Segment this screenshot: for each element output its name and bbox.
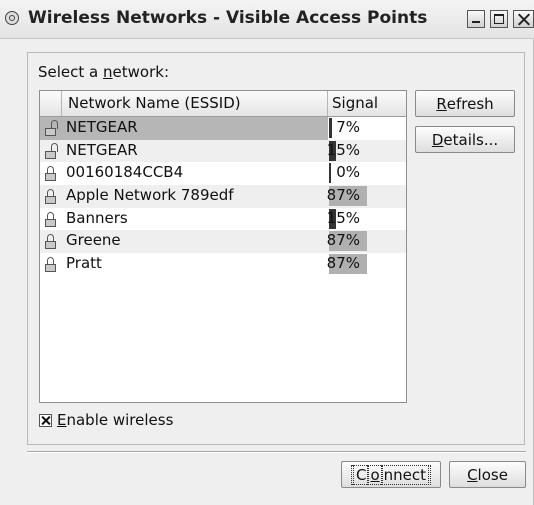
network-name-cell[interactable]: Pratt bbox=[40, 253, 328, 276]
table-row[interactable]: Banners 15% bbox=[40, 208, 406, 231]
network-name-cell[interactable]: Greene bbox=[40, 230, 328, 253]
list-header: Network Name (ESSID) Signal bbox=[40, 91, 406, 117]
header-network-name[interactable]: Network Name (ESSID) bbox=[62, 91, 328, 116]
signal-cell: 7% bbox=[328, 117, 406, 140]
network-list[interactable]: Network Name (ESSID) Signal NETGEAR 7% NET… bbox=[39, 90, 407, 403]
details-button[interactable]: Details... bbox=[415, 126, 515, 153]
signal-percent: 87% bbox=[326, 186, 360, 205]
network-rows: NETGEAR 7% NETGEAR 15% 00160184CCB4 0% Apple N… bbox=[40, 117, 406, 276]
network-name-cell[interactable]: 00160184CCB4 bbox=[40, 162, 328, 185]
network-name: 00160184CCB4 bbox=[66, 163, 184, 182]
header-signal[interactable]: Signal bbox=[328, 91, 406, 116]
table-row[interactable]: Greene 87% bbox=[40, 230, 406, 254]
signal-percent: 15% bbox=[326, 140, 360, 159]
lock-icon bbox=[44, 189, 57, 205]
close-window-icon[interactable] bbox=[513, 10, 534, 28]
select-network-label: Select a network: bbox=[38, 63, 169, 81]
signal-cell: 0% bbox=[328, 162, 406, 185]
table-row[interactable]: NETGEAR 7% bbox=[40, 117, 406, 140]
button-separator bbox=[27, 451, 526, 453]
network-name-cell[interactable]: NETGEAR bbox=[40, 117, 328, 140]
table-row[interactable]: NETGEAR 15% bbox=[40, 139, 406, 163]
lock-icon bbox=[44, 234, 57, 250]
signal-cell: 15% bbox=[326, 140, 406, 163]
signal-bar bbox=[329, 118, 332, 138]
network-name: NETGEAR bbox=[66, 140, 138, 159]
close-button[interactable]: Close bbox=[449, 461, 526, 488]
unlocked-icon bbox=[44, 120, 58, 136]
network-name: Banners bbox=[66, 208, 128, 227]
signal-percent: 87% bbox=[326, 254, 360, 273]
unlocked-icon bbox=[44, 142, 58, 159]
connect-button[interactable]: Co nnect bbox=[341, 461, 441, 488]
lock-icon bbox=[44, 257, 57, 273]
signal-percent: 87% bbox=[326, 231, 360, 250]
table-row[interactable]: Pratt 87% bbox=[40, 253, 406, 276]
lock-icon bbox=[44, 166, 57, 182]
signal-percent: 15% bbox=[326, 208, 360, 227]
network-name-cell[interactable]: NETGEAR bbox=[40, 140, 328, 163]
network-name: NETGEAR bbox=[66, 118, 138, 136]
signal-percent: 0% bbox=[336, 163, 360, 182]
title-bar[interactable]: Wireless Networks - Visible Access Point… bbox=[0, 0, 534, 39]
lock-icon bbox=[44, 211, 57, 227]
refresh-button[interactable]: Refresh bbox=[415, 90, 515, 117]
enable-wireless-label[interactable]: Enable wireless bbox=[57, 411, 173, 429]
signal-percent: 7% bbox=[336, 118, 360, 136]
maximize-icon[interactable] bbox=[490, 10, 508, 28]
table-row[interactable]: 00160184CCB4 0% bbox=[40, 162, 406, 185]
signal-cell: 87% bbox=[326, 230, 406, 253]
minimize-icon[interactable] bbox=[467, 10, 485, 28]
signal-cell: 15% bbox=[326, 208, 406, 231]
network-app-icon bbox=[5, 11, 19, 25]
signal-cell: 87% bbox=[326, 253, 406, 276]
network-name: Greene bbox=[66, 231, 121, 250]
network-name: Pratt bbox=[66, 254, 102, 273]
network-name: Apple Network 789edf bbox=[66, 186, 234, 205]
enable-wireless-checkbox[interactable] bbox=[39, 414, 52, 427]
signal-bar bbox=[329, 163, 331, 184]
wireless-networks-dialog: Wireless Networks - Visible Access Point… bbox=[0, 0, 534, 505]
window-title: Wireless Networks - Visible Access Point… bbox=[28, 8, 428, 28]
header-lock-column[interactable] bbox=[40, 91, 62, 116]
network-name-cell[interactable]: Apple Network 789edf bbox=[40, 185, 328, 208]
signal-cell: 87% bbox=[326, 185, 406, 208]
network-name-cell[interactable]: Banners bbox=[40, 208, 328, 231]
table-row[interactable]: Apple Network 789edf 87% bbox=[40, 185, 406, 208]
